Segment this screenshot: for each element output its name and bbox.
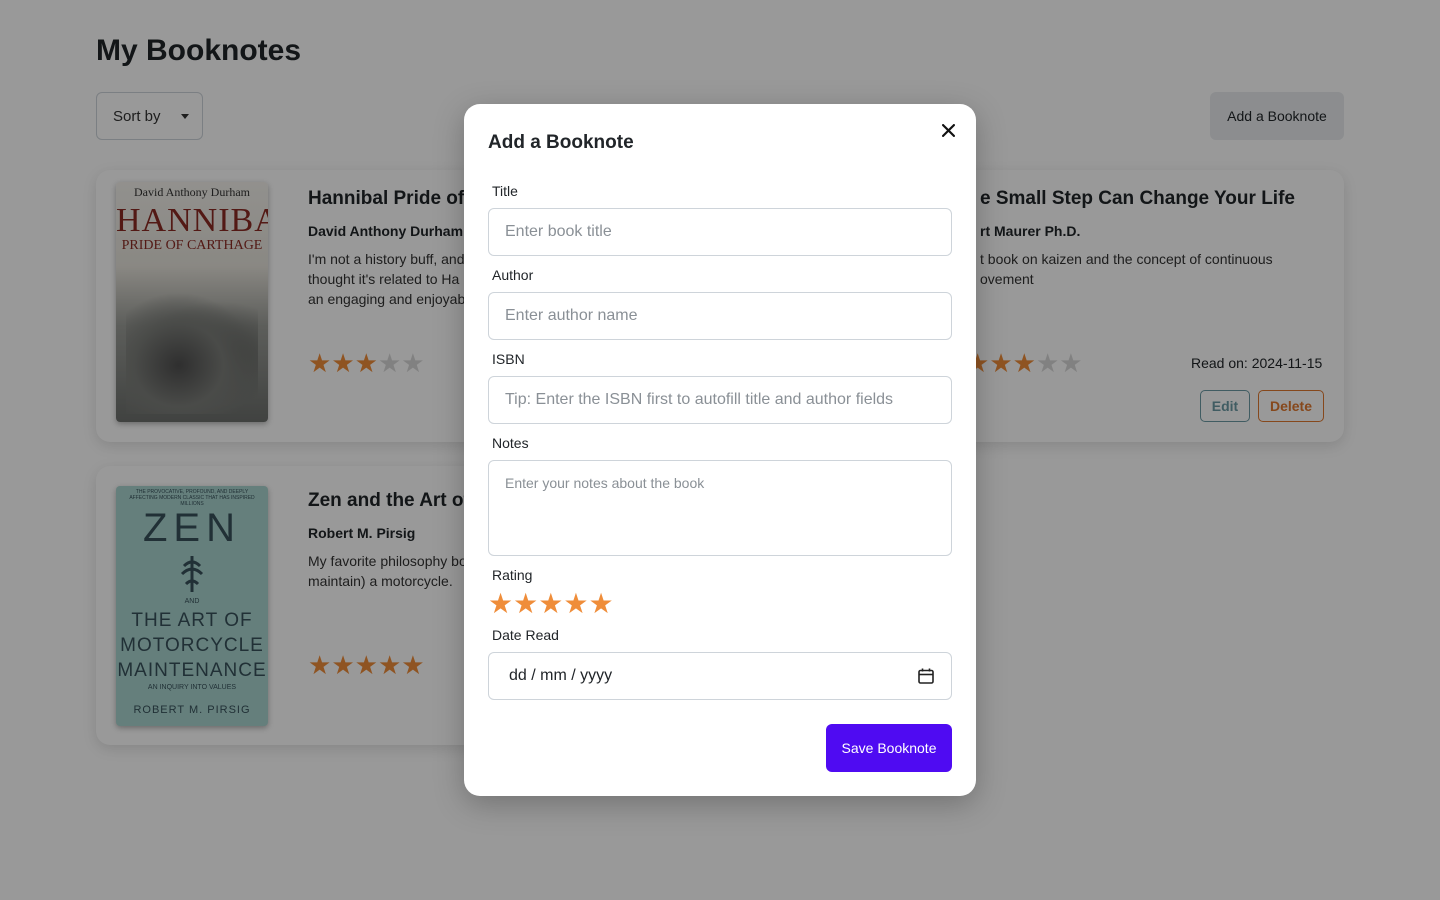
author-label: Author (492, 267, 534, 283)
notes-textarea[interactable] (488, 460, 952, 556)
calendar-icon[interactable] (917, 667, 935, 685)
rating-label: Rating (492, 567, 533, 583)
title-label: Title (492, 183, 518, 199)
isbn-label: ISBN (492, 351, 525, 367)
star-icon[interactable]: ★ (513, 590, 538, 618)
save-booknote-button[interactable]: Save Booknote (826, 724, 952, 772)
rating-input[interactable]: ★ ★ ★ ★ ★ (488, 590, 614, 618)
title-input[interactable] (488, 208, 952, 256)
date-label: Date Read (492, 627, 559, 643)
add-booknote-modal: Add a Booknote Title Author ISBN Notes R… (464, 104, 976, 796)
notes-label: Notes (492, 435, 529, 451)
date-placeholder: dd / mm / yyyy (509, 667, 613, 684)
isbn-input[interactable] (488, 376, 952, 424)
star-icon[interactable]: ★ (538, 590, 563, 618)
close-button[interactable] (936, 118, 960, 142)
modal-title: Add a Booknote (488, 132, 634, 153)
close-icon (941, 123, 955, 137)
author-input[interactable] (488, 292, 952, 340)
star-icon[interactable]: ★ (563, 590, 588, 618)
date-read-input[interactable]: dd / mm / yyyy (488, 652, 952, 700)
star-icon[interactable]: ★ (588, 590, 613, 618)
star-icon[interactable]: ★ (488, 590, 513, 618)
